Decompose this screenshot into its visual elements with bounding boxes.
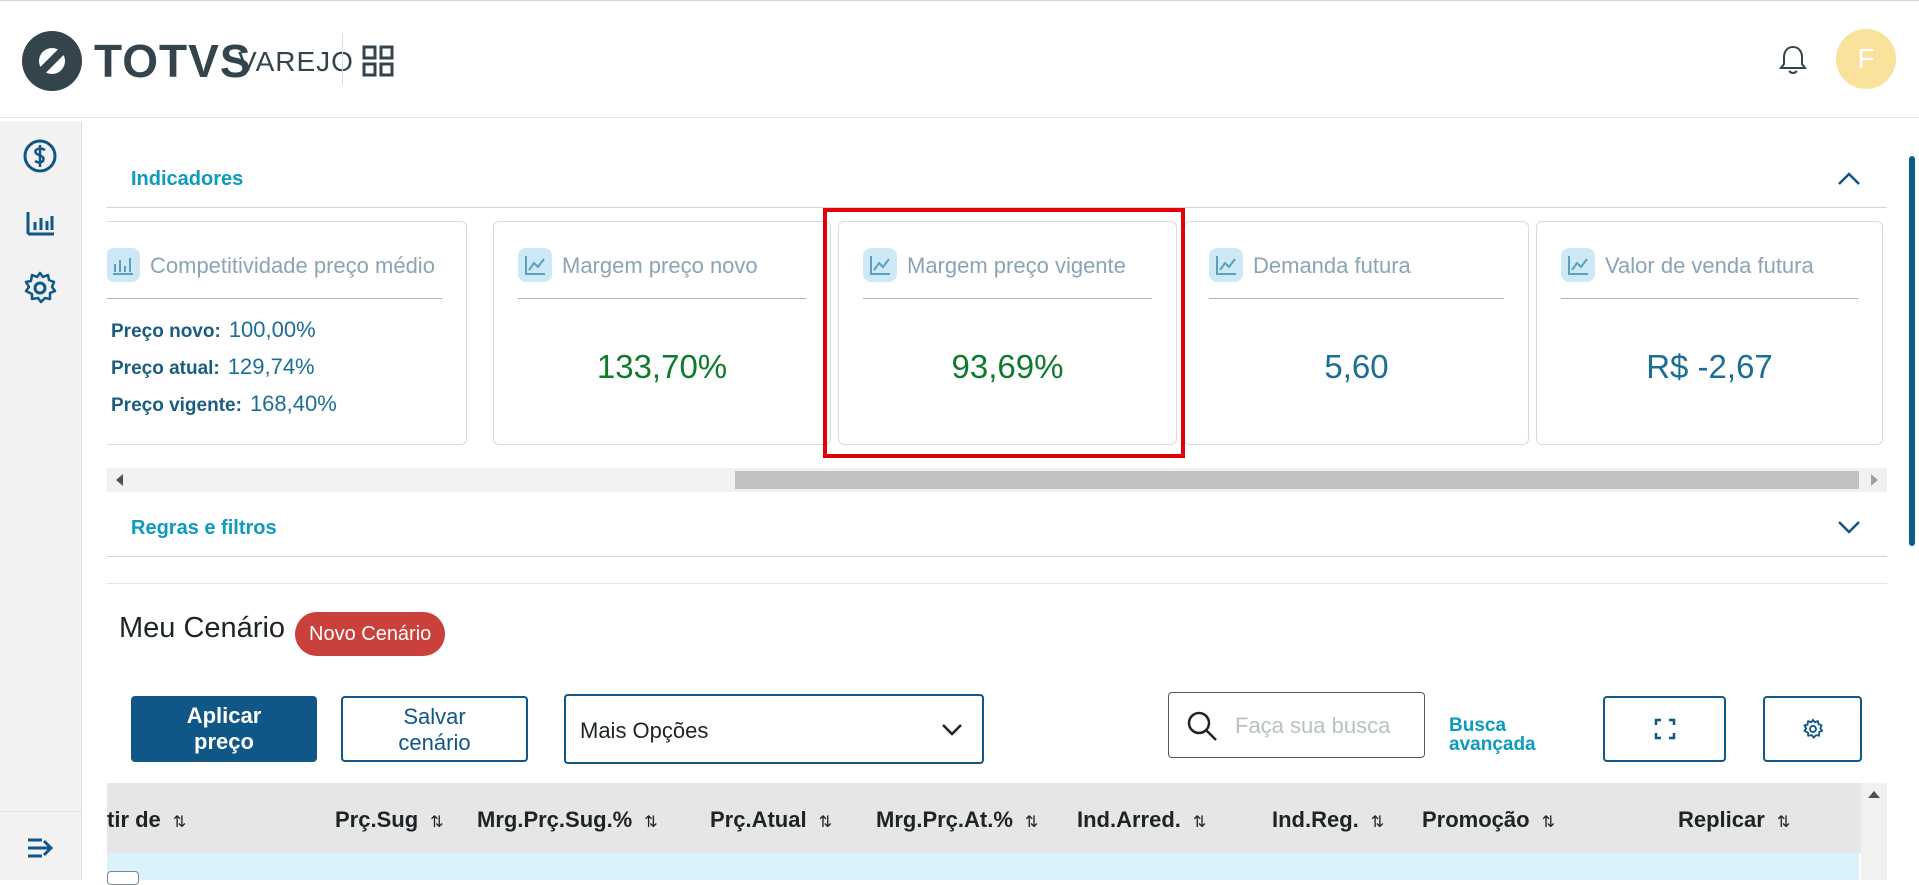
chevron-up-icon[interactable] xyxy=(1837,170,1861,186)
card-title: Competitividade preço médio xyxy=(150,253,435,278)
indicator-card-competitividade: Competitividade preço médio Preço novo: 1… xyxy=(107,221,467,445)
card-divider xyxy=(107,298,442,299)
gear-icon[interactable] xyxy=(22,270,58,306)
column-header[interactable]: Mrg.Prç.Sug.% ⇅ xyxy=(477,807,658,833)
card-title: Valor de venda futura xyxy=(1605,253,1814,278)
cards-horizontal-scrollbar[interactable] xyxy=(107,468,1887,492)
sort-icon[interactable]: ⇅ xyxy=(644,814,657,831)
user-avatar[interactable]: F xyxy=(1836,29,1896,89)
card-value: R$ -2,67 xyxy=(1646,348,1773,385)
dollar-circle-icon[interactable] xyxy=(22,138,58,174)
section-divider xyxy=(107,583,1887,584)
page-vertical-scrollbar[interactable] xyxy=(1909,156,1915,546)
sidebar xyxy=(0,121,82,880)
table-row[interactable] xyxy=(107,853,1859,885)
scenario-title: Meu Cenário xyxy=(119,612,286,644)
bar-chart-icon[interactable] xyxy=(22,204,58,240)
competitividade-row: Preço atual: 129,74% xyxy=(111,354,315,379)
sort-icon[interactable]: ⇅ xyxy=(1777,814,1790,831)
sort-icon[interactable]: ⇅ xyxy=(819,814,832,831)
sort-icon[interactable]: ⇅ xyxy=(1025,814,1038,831)
search-icon xyxy=(1187,711,1217,741)
card-value: 133,70% xyxy=(596,348,728,385)
brand-name: TOTVS xyxy=(94,35,252,87)
product-name: VAREJO xyxy=(238,46,354,77)
card-divider xyxy=(1561,298,1858,299)
advanced-search-link[interactable]: Busca avançada xyxy=(1449,716,1536,754)
header-divider xyxy=(342,33,343,85)
bar-chart-icon xyxy=(107,248,140,282)
card-value: 5,60 xyxy=(1324,348,1389,385)
card-title: Demanda futura xyxy=(1253,253,1411,278)
column-header[interactable]: Promoção ⇅ xyxy=(1422,807,1555,833)
scrollbar-thumb[interactable] xyxy=(735,471,1859,489)
totvs-logo-icon xyxy=(22,31,82,91)
gear-icon xyxy=(1803,718,1823,739)
regras-title: Regras e filtros xyxy=(131,517,277,539)
sidebar-footer xyxy=(0,811,82,880)
competitividade-row: Preço vigente: 168,40% xyxy=(111,391,337,416)
competitividade-row: Preço novo: 100,00% xyxy=(111,317,316,342)
indicadores-title: Indicadores xyxy=(131,168,244,190)
table-header: tir de ⇅ Prç.Sug ⇅ Mrg.Prç.Sug.% ⇅ Prç.Atua… xyxy=(107,783,1887,853)
save-scenario-button[interactable]: Salvar cenário xyxy=(341,696,528,762)
trend-line-icon xyxy=(518,248,552,282)
fullscreen-icon xyxy=(1654,718,1675,740)
card-divider xyxy=(518,298,806,299)
scroll-right-arrow[interactable] xyxy=(1871,474,1878,486)
column-header[interactable]: Replicar ⇅ xyxy=(1678,807,1790,833)
app-header: TOTVS VAREJO F xyxy=(0,0,1919,118)
chevron-down-icon xyxy=(942,724,962,736)
notification-bell-icon[interactable] xyxy=(1776,43,1810,77)
table-settings-button[interactable] xyxy=(1763,696,1862,762)
expand-menu-icon[interactable] xyxy=(26,836,54,860)
indicator-card-margem-novo: Margem preço novo 133,70% xyxy=(493,221,831,445)
trend-line-icon xyxy=(1209,248,1243,282)
column-header[interactable]: Prç.Atual ⇅ xyxy=(710,807,832,833)
indicadores-section-header[interactable]: Indicadores xyxy=(107,148,1887,208)
column-header[interactable]: Ind.Reg. ⇅ xyxy=(1272,807,1384,833)
search-placeholder: Faça sua busca xyxy=(1235,713,1391,738)
card-title: Margem preço novo xyxy=(562,253,758,278)
column-header[interactable]: tir de ⇅ xyxy=(107,807,186,833)
apply-price-button[interactable]: Aplicar preço xyxy=(131,696,317,762)
sort-icon[interactable]: ⇅ xyxy=(430,814,443,831)
indicator-card-valor-venda-futura: Valor de venda futura R$ -2,67 xyxy=(1536,221,1883,445)
row-checkbox[interactable] xyxy=(107,871,139,885)
sort-icon[interactable]: ⇅ xyxy=(1542,814,1555,831)
column-header[interactable]: Ind.Arred. ⇅ xyxy=(1077,807,1206,833)
sort-icon[interactable]: ⇅ xyxy=(1371,814,1384,831)
fullscreen-button[interactable] xyxy=(1603,696,1726,762)
highlight-box xyxy=(823,208,1185,458)
select-value: Mais Opções xyxy=(580,718,709,743)
column-header[interactable]: Prç.Sug ⇅ xyxy=(335,807,444,833)
more-options-select[interactable]: Mais Opções xyxy=(564,694,984,764)
apps-grid-icon[interactable] xyxy=(362,45,394,77)
card-divider xyxy=(1209,298,1504,299)
sort-icon[interactable]: ⇅ xyxy=(1193,814,1206,831)
table-vertical-scrollbar[interactable] xyxy=(1861,783,1887,880)
scroll-left-arrow[interactable] xyxy=(116,474,123,486)
regras-section-header[interactable]: Regras e filtros xyxy=(107,497,1887,557)
scroll-up-arrow[interactable] xyxy=(1868,791,1880,798)
search-input[interactable]: Faça sua busca xyxy=(1168,692,1425,758)
chevron-down-icon[interactable] xyxy=(1837,519,1861,535)
indicator-card-demanda-futura: Demanda futura 5,60 xyxy=(1184,221,1529,445)
scenario-badge: Novo Cenário xyxy=(295,612,446,656)
sort-icon[interactable]: ⇅ xyxy=(173,814,186,831)
column-header[interactable]: Mrg.Prç.At.% ⇅ xyxy=(876,807,1038,833)
trend-line-icon xyxy=(1561,248,1595,282)
